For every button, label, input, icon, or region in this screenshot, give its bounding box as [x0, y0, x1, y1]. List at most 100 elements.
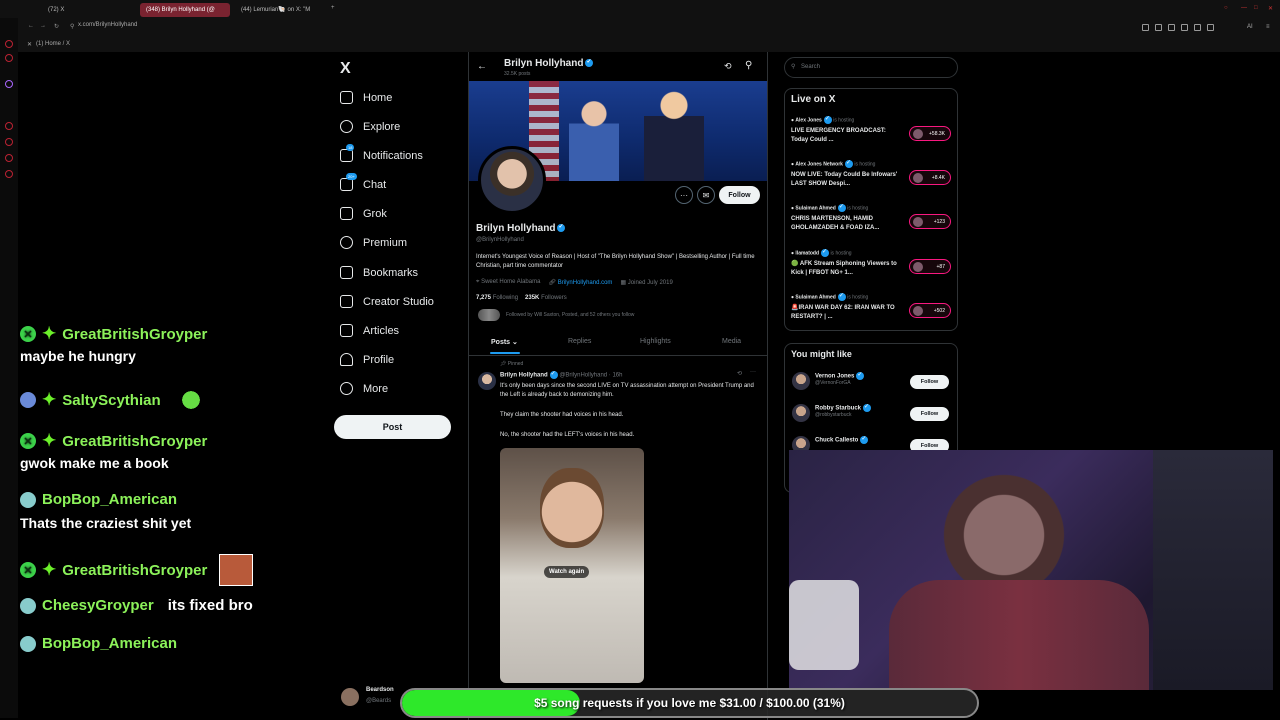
browser-tab[interactable]: (44) Lemurian🐚 on X: "M	[235, 3, 325, 17]
shield-icon[interactable]	[1168, 24, 1175, 31]
user-avatar-icon	[20, 491, 36, 508]
back-icon[interactable]: ←	[28, 23, 34, 29]
live-listener-pill[interactable]: +123	[909, 214, 951, 229]
suggestion-name[interactable]: Vernon Jones	[815, 374, 854, 380]
x-logo[interactable]: X	[340, 60, 351, 78]
following-stat[interactable]: 7,275 Following	[476, 295, 518, 301]
close-icon[interactable]: ✕	[1268, 5, 1273, 12]
live-listener-pill[interactable]: +58.3K	[909, 126, 951, 141]
nav-grok[interactable]: Grok	[340, 207, 387, 220]
bookmark-icon	[340, 266, 353, 279]
suggestion-name[interactable]: Chuck Callesto	[815, 438, 858, 444]
tab-posts[interactable]: Posts ⌄	[491, 338, 518, 346]
live-status: is hosting	[847, 205, 869, 212]
ai-icon[interactable]: AI	[1247, 24, 1253, 30]
forward-icon[interactable]: →	[40, 23, 46, 29]
chat-username: GreatBritishGroyper	[62, 325, 208, 343]
extension-icon[interactable]	[1142, 24, 1149, 31]
live-item[interactable]: ● Sulaiman Ahmed is hosting 🚨IRAN WAR DAY…	[791, 292, 951, 322]
profile-avatar[interactable]	[478, 146, 546, 214]
sidebar-app-icon[interactable]	[5, 122, 13, 130]
minimize-icon[interactable]: —	[1241, 5, 1247, 11]
nav-bookmarks[interactable]: Bookmarks	[340, 266, 418, 279]
nav-profile[interactable]: Profile	[340, 353, 394, 366]
tweet-author[interactable]: Brilyn Hollyhand	[500, 373, 548, 379]
live-listener-pill[interactable]: +87	[909, 259, 951, 274]
watch-again-button[interactable]: Watch again	[544, 566, 590, 578]
nav-home[interactable]: Home	[340, 91, 392, 104]
message-icon[interactable]: ✉	[697, 186, 715, 204]
suggestion-avatar[interactable]	[792, 404, 810, 422]
calendar-icon: ▦	[620, 280, 627, 286]
nav-more[interactable]: More	[340, 382, 388, 395]
download-icon[interactable]	[1207, 24, 1214, 31]
follow-button[interactable]: Follow	[719, 186, 760, 204]
nav-creator-studio[interactable]: Creator Studio	[340, 295, 434, 308]
search-icon[interactable]: ⚲	[745, 60, 752, 71]
nav-chat[interactable]: 20+ Chat	[340, 173, 386, 191]
sidebar-app-icon[interactable]	[5, 54, 13, 62]
tweet-video[interactable]: Watch again	[500, 448, 644, 683]
live-listener-pill[interactable]: +502	[909, 303, 951, 318]
live-host: llamatodd	[795, 250, 820, 257]
verified-icon	[837, 292, 846, 301]
nav-articles[interactable]: Articles	[340, 324, 399, 337]
nav-explore[interactable]: Explore	[340, 120, 400, 133]
browser-tab[interactable]: (72) X	[42, 3, 134, 17]
profile-handle: @BrilynHollyhand	[476, 237, 524, 243]
nav-premium[interactable]: Premium	[340, 236, 407, 249]
rocket-icon	[340, 295, 353, 308]
live-title-text: LIVE EMERGENCY BROADCAST: Today Could ..…	[791, 128, 886, 143]
address-bar[interactable]: x.com/BrilynHollyhand	[78, 22, 137, 28]
live-status: is hosting	[833, 117, 855, 124]
back-arrow-icon[interactable]: ←	[477, 61, 487, 72]
suggestion-follow-button[interactable]: Follow	[910, 407, 949, 421]
sidebar-app-icon[interactable]	[5, 80, 13, 88]
tab-media[interactable]: Media	[722, 338, 741, 345]
menu-icon[interactable]: ≡	[1266, 24, 1270, 30]
maximize-icon[interactable]: □	[1254, 5, 1258, 11]
suggestion-follow-button[interactable]: Follow	[910, 375, 949, 389]
heart-icon[interactable]	[1194, 24, 1201, 31]
website-link[interactable]: BrilynHollyhand.com	[558, 280, 613, 286]
tweet-avatar[interactable]	[478, 372, 496, 390]
host-avatar-icon: ●	[791, 294, 795, 301]
more-options-icon[interactable]: ···	[675, 186, 693, 204]
play-icon[interactable]	[1181, 24, 1188, 31]
listener-count: +123	[933, 218, 945, 225]
search-input[interactable]: Search	[784, 57, 958, 78]
suggestion-avatar[interactable]	[792, 372, 810, 390]
profile-header-name: Brilyn Hollyhand	[504, 58, 584, 69]
reload-icon[interactable]: ↻	[54, 23, 59, 30]
live-item[interactable]: ● Alex Jones is hosting LIVE EMERGENCY BR…	[791, 115, 951, 145]
live-item[interactable]: ● Alex Jones Network is hosting NOW LIVE:…	[791, 159, 951, 189]
live-item[interactable]: ● Sulaiman Ahmed is hosting CHRIS MARTENS…	[791, 203, 951, 233]
live-item[interactable]: ● llamatodd is hosting 🟢 AFK Stream Sipho…	[791, 248, 951, 278]
grok-analyze-icon[interactable]: ⟲	[724, 61, 732, 72]
sidebar-app-icon[interactable]	[5, 154, 13, 162]
site-info-icon[interactable]: ⚲	[70, 23, 74, 30]
listener-count: +87	[936, 263, 945, 270]
mod-badge-icon: ✕	[20, 433, 36, 449]
browser-tab-active[interactable]: (348) Brilyn Hollyhand (@	[140, 3, 230, 17]
tab-highlights[interactable]: Highlights	[640, 338, 671, 345]
grok-icon[interactable]: ⟲	[737, 370, 742, 377]
live-host-row: ● Alex Jones is hosting	[791, 115, 951, 124]
tab-replies[interactable]: Replies	[568, 338, 591, 345]
followers-stat[interactable]: 235K Followers	[525, 295, 567, 301]
live-host: Sulaiman Ahmed	[795, 205, 836, 212]
extension-icon[interactable]	[1155, 24, 1162, 31]
sidebar-app-icon[interactable]	[5, 138, 13, 146]
sidebar-app-icon[interactable]	[5, 170, 13, 178]
new-tab-icon[interactable]: +	[331, 5, 335, 11]
bookmark-home[interactable]: (1) Home / X	[36, 41, 70, 47]
suggestion-name[interactable]: Robby Starbuck	[815, 406, 861, 412]
window-icon[interactable]: ○	[1224, 5, 1228, 11]
sidebar-app-icon[interactable]	[5, 40, 13, 48]
tweet-more-icon[interactable]: ···	[750, 369, 756, 375]
nav-notifications[interactable]: 18 Notifications	[340, 144, 423, 162]
live-listener-pill[interactable]: +8.4K	[909, 170, 951, 185]
post-button[interactable]: Post	[334, 415, 451, 439]
website-item[interactable]: 🔗︎ BrilynHollyhand.com	[548, 279, 612, 286]
account-avatar[interactable]	[341, 688, 359, 706]
